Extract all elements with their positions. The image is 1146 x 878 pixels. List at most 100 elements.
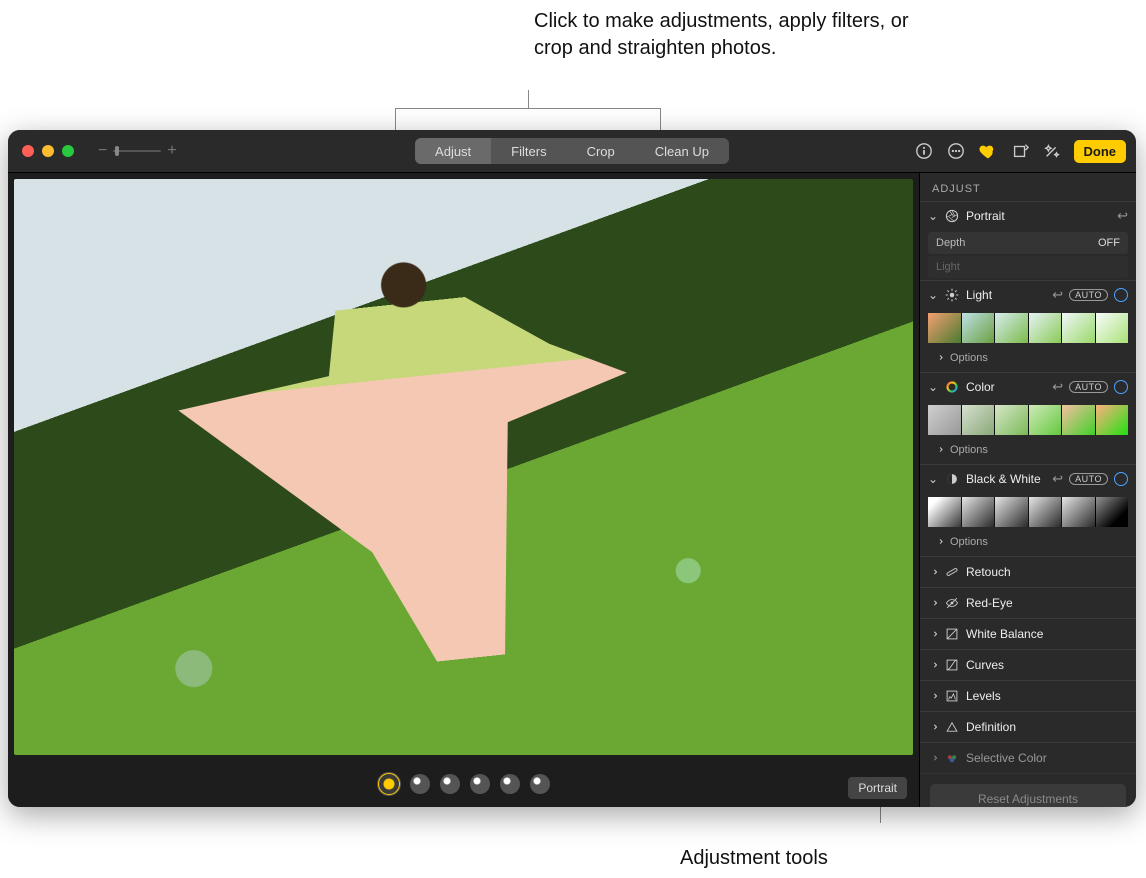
section-label: Definition xyxy=(966,720,1128,734)
section-label: Light xyxy=(966,288,1046,302)
adjust-sidebar[interactable]: ADJUST ⌄ Portrait ↩︎ Depth OFF Light xyxy=(919,173,1136,807)
section-label: Selective Color xyxy=(966,751,1128,765)
portrait-light-row: Light xyxy=(928,256,1128,278)
disclosure-icon[interactable]: ⌄ xyxy=(928,472,938,486)
light-thumbnail-slider[interactable] xyxy=(928,313,1128,343)
section-header-red-eye[interactable]: ⌄ Red-Eye xyxy=(920,588,1136,618)
section-color: ⌄ Color ↩︎ AUTO ⌄ Options xyxy=(920,373,1136,465)
undo-icon[interactable]: ↩︎ xyxy=(1117,208,1128,224)
variant-2[interactable] xyxy=(440,774,460,794)
more-icon[interactable] xyxy=(946,141,966,161)
bw-half-circle-icon xyxy=(944,471,960,487)
section-black-white: ⌄ Black & White ↩︎ AUTO ⌄ Options xyxy=(920,465,1136,557)
zoom-window-button[interactable] xyxy=(62,145,74,157)
disclosure-icon[interactable]: ⌄ xyxy=(928,288,938,302)
disclosure-icon: ⌄ xyxy=(926,753,940,763)
bw-thumbnail-slider[interactable] xyxy=(928,497,1128,527)
light-options-toggle[interactable]: ⌄ Options xyxy=(920,347,1136,372)
photo-viewport: Portrait xyxy=(8,173,919,807)
photo-subject xyxy=(144,224,684,734)
color-thumbnail-slider[interactable] xyxy=(928,405,1128,435)
levels-icon xyxy=(944,688,960,704)
wb-icon xyxy=(944,626,960,642)
zoom-slider[interactable] xyxy=(113,150,161,152)
section-header-definition[interactable]: ⌄ Definition xyxy=(920,712,1136,742)
section-white-balance: ⌄ White Balance xyxy=(920,619,1136,650)
variant-3[interactable] xyxy=(470,774,490,794)
enable-ring-icon[interactable] xyxy=(1114,380,1128,394)
light-sun-icon xyxy=(944,287,960,303)
rotate-icon[interactable] xyxy=(1010,141,1030,161)
section-label: Retouch xyxy=(966,565,1128,579)
variant-5[interactable] xyxy=(530,774,550,794)
reset-adjustments-button[interactable]: Reset Adjustments xyxy=(930,784,1126,807)
options-label: Options xyxy=(950,536,988,548)
tab-filters[interactable]: Filters xyxy=(491,138,566,164)
variant-1[interactable] xyxy=(410,774,430,794)
zoom-out-icon[interactable]: − xyxy=(98,142,107,160)
section-header-selective-color[interactable]: ⌄ Selective Color xyxy=(920,743,1136,773)
section-levels: ⌄ Levels xyxy=(920,681,1136,712)
photos-edit-window: − + Adjust Filters Crop Clean Up Done xyxy=(8,130,1136,807)
auto-button[interactable]: AUTO xyxy=(1069,473,1108,485)
sidebar-title: ADJUST xyxy=(920,173,1136,202)
auto-button[interactable]: AUTO xyxy=(1069,289,1108,301)
portrait-badge[interactable]: Portrait xyxy=(848,777,907,799)
disclosure-icon[interactable]: ⌄ xyxy=(928,209,938,223)
tab-crop[interactable]: Crop xyxy=(567,138,635,164)
section-header-white-balance[interactable]: ⌄ White Balance xyxy=(920,619,1136,649)
section-red-eye: ⌄ Red-Eye xyxy=(920,588,1136,619)
color-ring-icon xyxy=(944,379,960,395)
disclosure-icon: ⌄ xyxy=(926,722,940,732)
disclosure-icon: ⌄ xyxy=(926,691,940,701)
callout-bottom: Adjustment tools xyxy=(680,845,828,872)
disclosure-icon: ⌄ xyxy=(926,598,940,608)
portrait-aperture-icon xyxy=(944,208,960,224)
variant-4[interactable] xyxy=(500,774,520,794)
photo-preview[interactable] xyxy=(14,179,913,755)
eye-slash-icon xyxy=(944,595,960,611)
selective-color-icon xyxy=(944,750,960,766)
portrait-depth-row[interactable]: Depth OFF xyxy=(928,232,1128,254)
done-button[interactable]: Done xyxy=(1074,140,1127,163)
undo-icon[interactable]: ↩︎ xyxy=(1052,379,1063,395)
titlebar: − + Adjust Filters Crop Clean Up Done xyxy=(8,130,1136,173)
definition-triangle-icon xyxy=(944,719,960,735)
section-label: Levels xyxy=(966,689,1128,703)
variant-original[interactable] xyxy=(378,773,400,795)
section-label: Curves xyxy=(966,658,1128,672)
close-window-button[interactable] xyxy=(22,145,34,157)
section-label: Color xyxy=(966,380,1046,394)
disclosure-icon[interactable]: ⌄ xyxy=(928,380,938,394)
portrait-light-label: Light xyxy=(936,261,960,273)
tab-clean-up[interactable]: Clean Up xyxy=(635,138,729,164)
section-header-curves[interactable]: ⌄ Curves xyxy=(920,650,1136,680)
color-options-toggle[interactable]: ⌄ Options xyxy=(920,439,1136,464)
minimize-window-button[interactable] xyxy=(42,145,54,157)
disclosure-icon: ⌄ xyxy=(926,629,940,639)
section-label: Red-Eye xyxy=(966,596,1128,610)
section-header-levels[interactable]: ⌄ Levels xyxy=(920,681,1136,711)
bw-options-toggle[interactable]: ⌄ Options xyxy=(920,531,1136,556)
undo-icon[interactable]: ↩︎ xyxy=(1052,287,1063,303)
callout-leader xyxy=(528,90,529,108)
callout-leader xyxy=(395,108,396,130)
section-selective-color: ⌄ Selective Color xyxy=(920,743,1136,774)
enable-ring-icon[interactable] xyxy=(1114,472,1128,486)
enable-ring-icon[interactable] xyxy=(1114,288,1128,302)
favorite-icon[interactable] xyxy=(978,141,998,161)
section-header-retouch[interactable]: ⌄ Retouch xyxy=(920,557,1136,587)
zoom-in-icon[interactable]: + xyxy=(167,142,176,160)
zoom-control[interactable]: − + xyxy=(98,142,177,160)
section-curves: ⌄ Curves xyxy=(920,650,1136,681)
callout-leader xyxy=(395,108,660,109)
window-controls xyxy=(22,145,74,157)
section-retouch: ⌄ Retouch xyxy=(920,557,1136,588)
undo-icon[interactable]: ↩︎ xyxy=(1052,471,1063,487)
tab-adjust[interactable]: Adjust xyxy=(415,138,491,164)
callout-leader xyxy=(660,108,661,130)
depth-value: OFF xyxy=(1098,237,1120,249)
info-icon[interactable] xyxy=(914,141,934,161)
magic-icon[interactable] xyxy=(1042,141,1062,161)
auto-button[interactable]: AUTO xyxy=(1069,381,1108,393)
